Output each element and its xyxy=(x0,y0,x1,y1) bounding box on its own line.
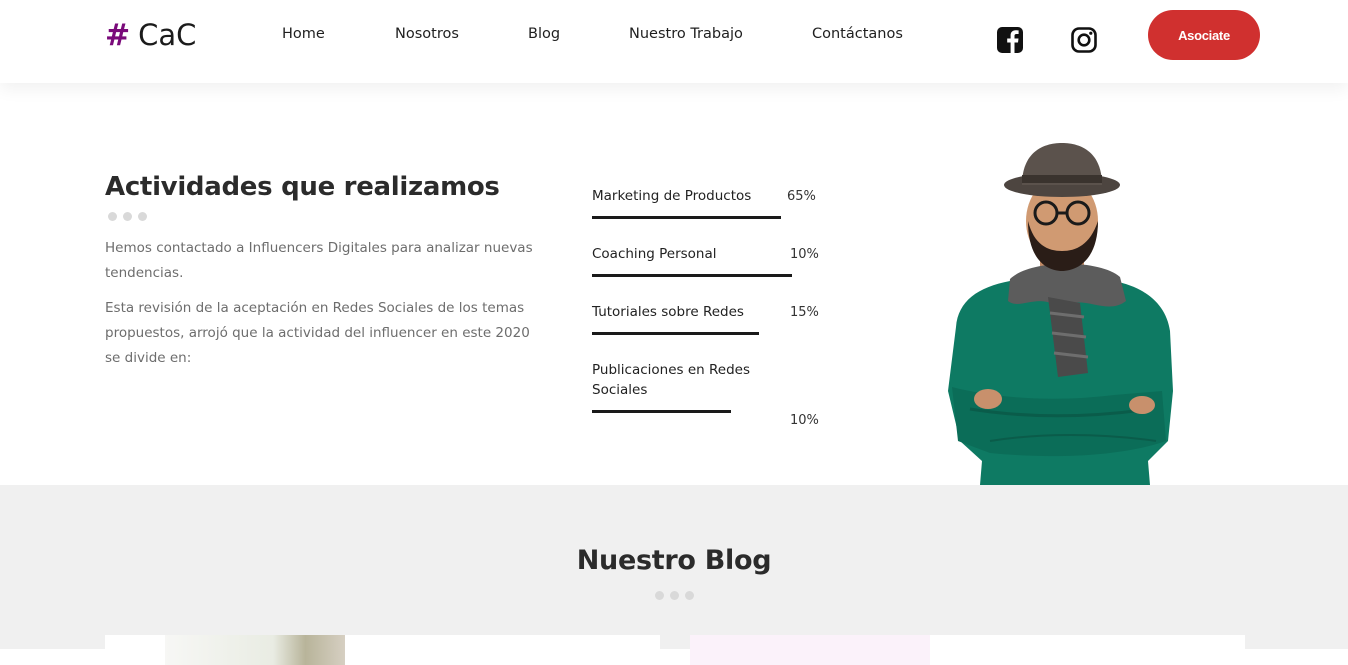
instagram-icon[interactable] xyxy=(1070,26,1098,54)
skill-percent-marketing: 65% xyxy=(787,189,816,204)
nav-link-home[interactable]: Home xyxy=(282,26,325,42)
skill-label-publicaciones: Publicaciones en Redes Sociales xyxy=(592,362,750,398)
asociate-button[interactable]: Asociate xyxy=(1148,10,1260,60)
logo-text: CaC xyxy=(138,18,197,52)
activities-paragraph-2: Esta revisión de la aceptación en Redes … xyxy=(105,300,530,366)
blog-dots-decoration xyxy=(655,591,694,600)
blog-card-1-image xyxy=(165,635,345,665)
activities-section: Actividades que realizamos Hemos contact… xyxy=(0,83,1348,485)
skill-bar-coaching xyxy=(592,274,792,277)
blog-section: Nuestro Blog xyxy=(0,485,1348,665)
skill-percent-coaching: 10% xyxy=(790,247,819,262)
man-with-hat-image xyxy=(948,143,1173,485)
skill-bar-tutoriales xyxy=(592,332,759,335)
logo-hash: # xyxy=(105,17,131,53)
activities-paragraph-1: Hemos contactado a Influencers Digitales… xyxy=(105,240,533,281)
logo[interactable]: # CaC xyxy=(105,15,196,55)
facebook-icon[interactable] xyxy=(996,26,1024,54)
nav-link-nosotros[interactable]: Nosotros xyxy=(395,26,459,42)
skill-label-coaching: Coaching Personal xyxy=(592,246,717,262)
blog-card-2[interactable] xyxy=(690,635,1245,665)
title-dots-decoration xyxy=(108,212,147,221)
blog-title: Nuestro Blog xyxy=(576,545,772,576)
skill-label-marketing: Marketing de Productos xyxy=(592,188,752,204)
skill-percent-tutoriales: 15% xyxy=(790,305,819,320)
skill-bar-marketing xyxy=(592,216,781,219)
skill-percent-publicaciones: 10% xyxy=(790,413,819,428)
nav-link-nuestro-trabajo[interactable]: Nuestro Trabajo xyxy=(629,26,743,42)
skill-label-tutoriales: Tutoriales sobre Redes xyxy=(592,304,744,320)
nav-link-contactanos[interactable]: Contáctanos xyxy=(812,26,903,42)
activities-title: Actividades que realizamos xyxy=(105,172,500,202)
navbar: # CaC Home Nosotros Blog Nuestro Trabajo… xyxy=(0,0,1348,83)
blog-card-1[interactable] xyxy=(105,635,660,665)
blog-card-2-image xyxy=(690,635,930,665)
nav-link-blog[interactable]: Blog xyxy=(528,26,560,42)
skill-bar-publicaciones xyxy=(592,410,731,413)
